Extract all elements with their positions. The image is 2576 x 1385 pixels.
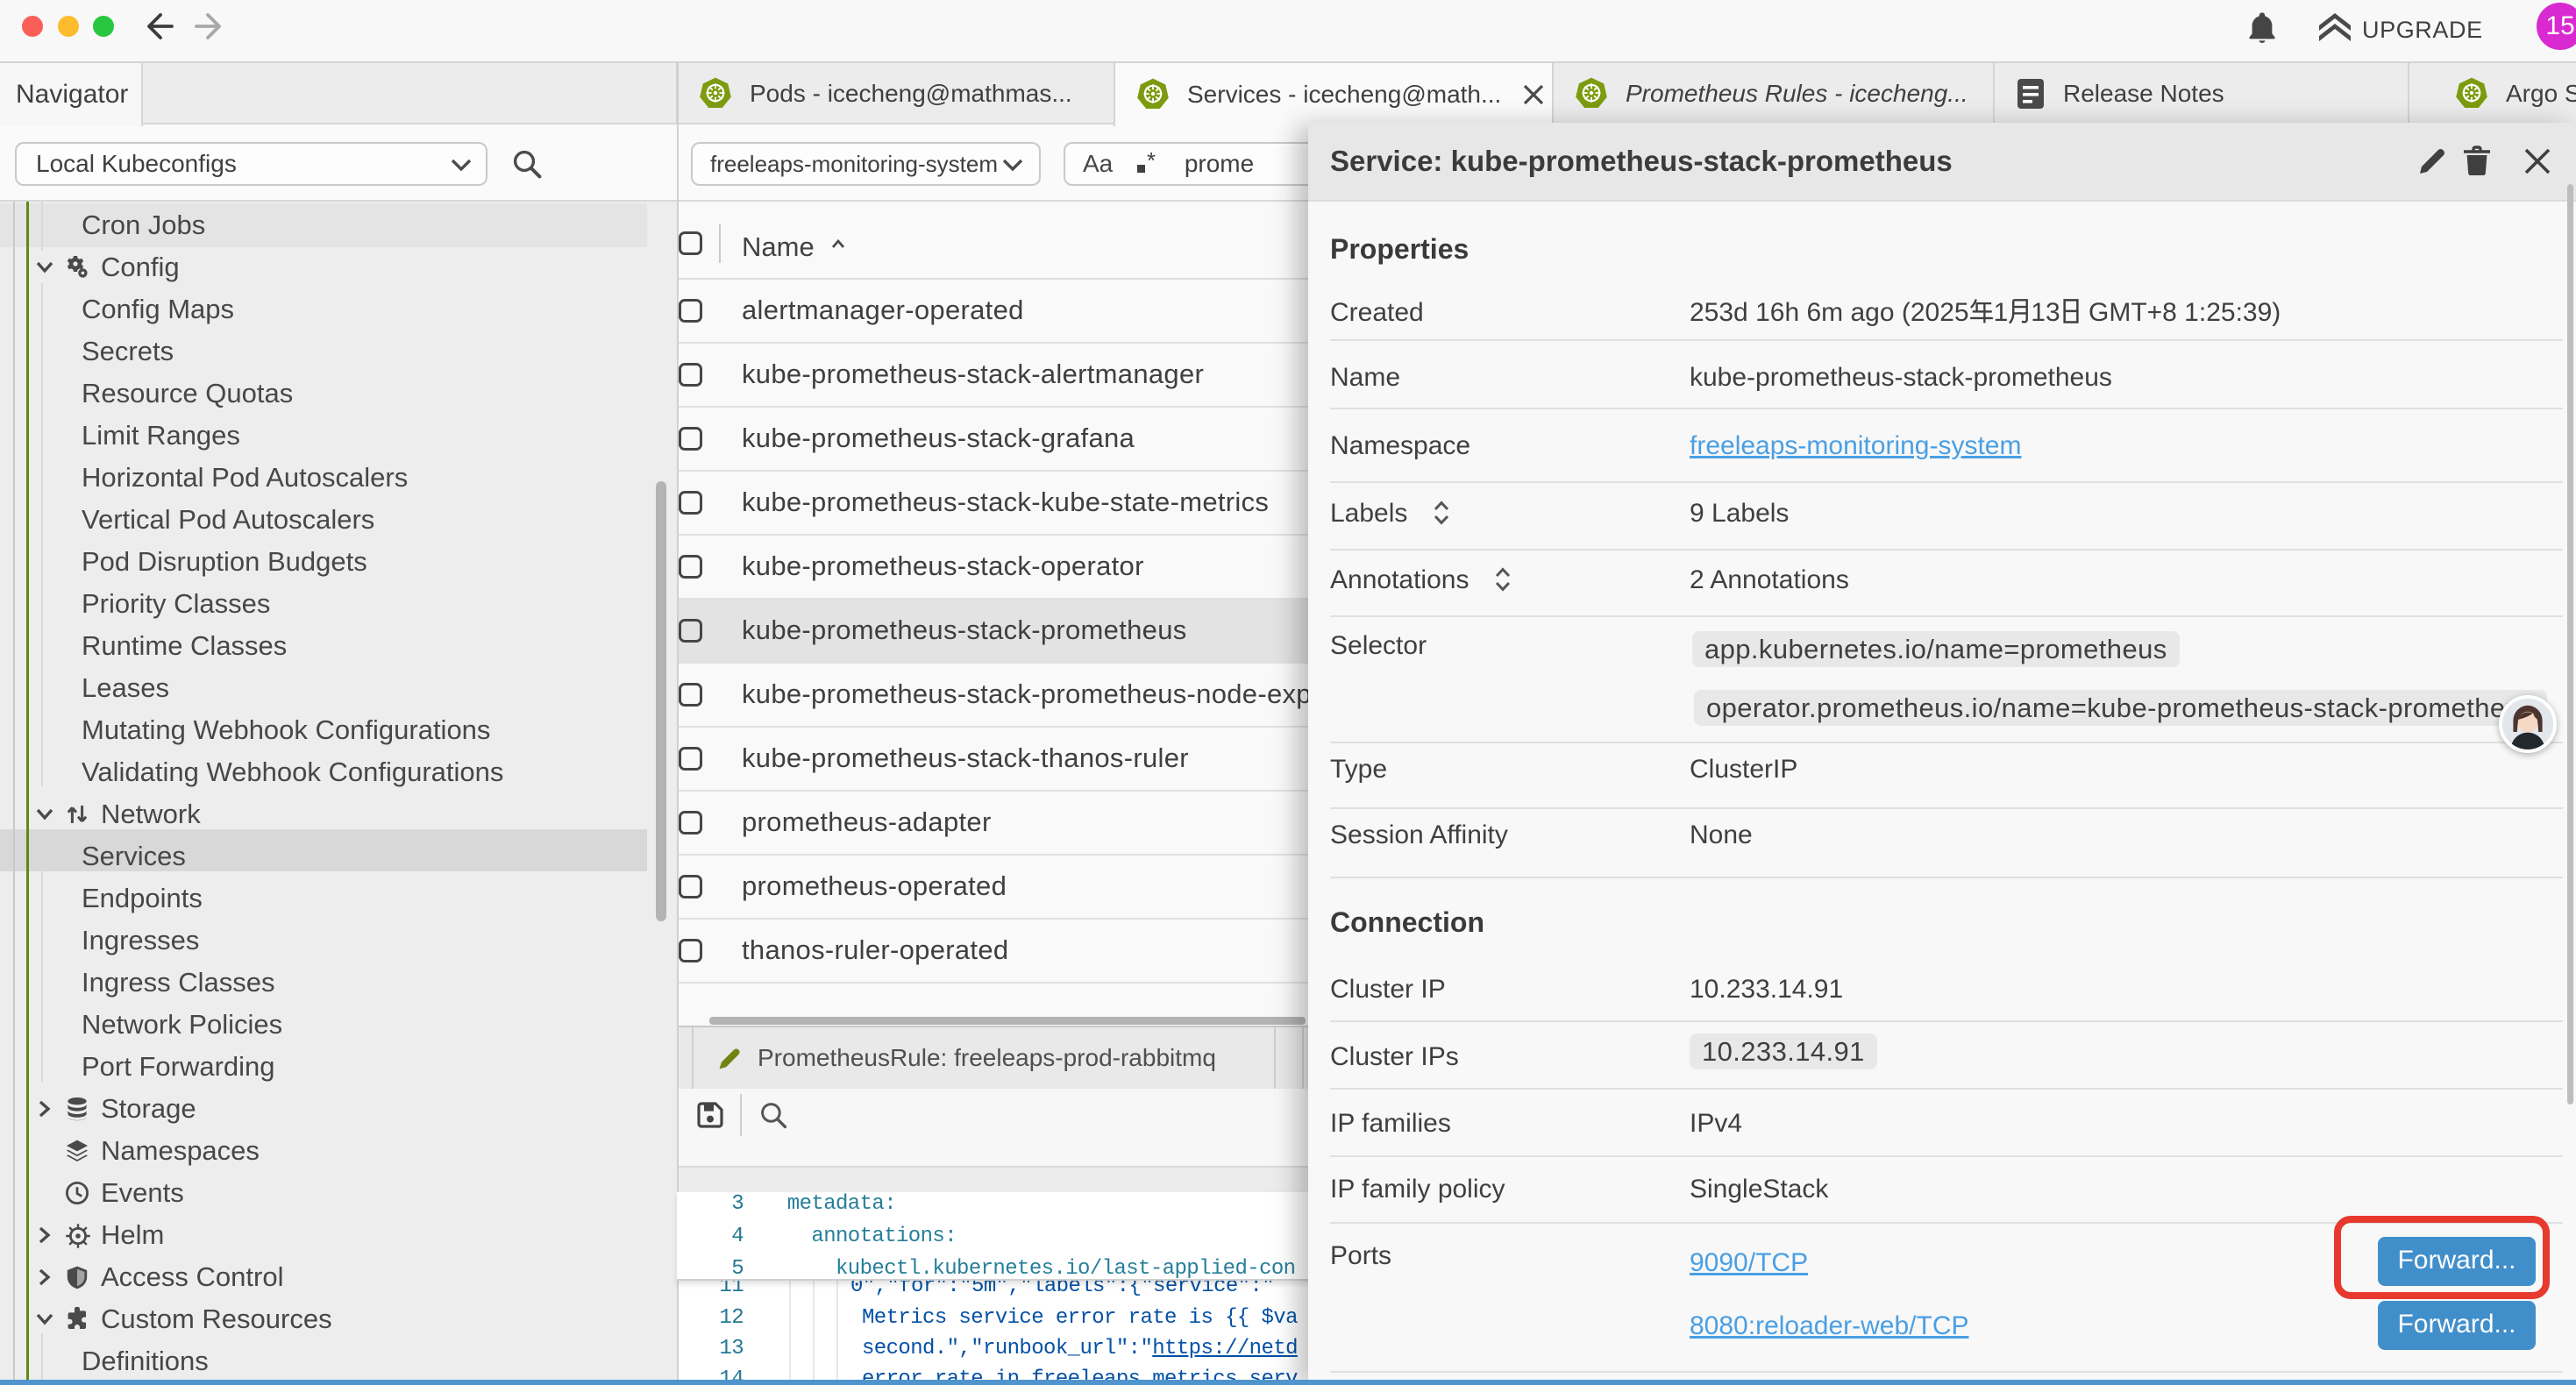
svg-text:*: * — [1147, 153, 1156, 174]
